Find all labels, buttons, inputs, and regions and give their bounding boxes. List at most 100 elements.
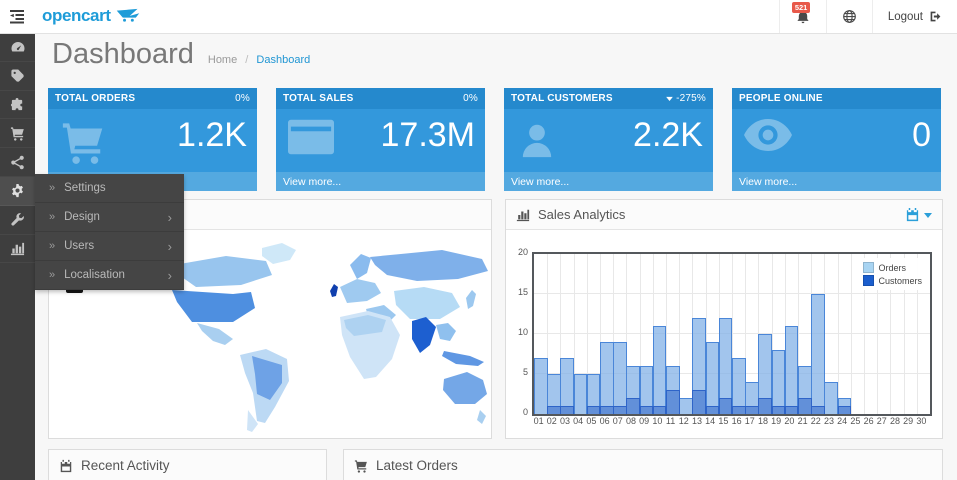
tile-title: TOTAL CUSTOMERS xyxy=(511,93,613,104)
date-range-dropdown[interactable] xyxy=(905,207,932,222)
sidebar-item-marketing[interactable] xyxy=(0,148,35,177)
tile-title: TOTAL ORDERS xyxy=(55,93,135,104)
tile-delta: 0% xyxy=(235,93,250,104)
store-front-button[interactable] xyxy=(826,0,872,33)
legend-label: Customers xyxy=(878,276,922,286)
sign-out-icon xyxy=(929,10,942,23)
tile-title: TOTAL SALES xyxy=(283,93,354,104)
bar-customers xyxy=(640,406,654,414)
bar-customers xyxy=(653,406,667,414)
breadcrumb-current-link[interactable]: Dashboard xyxy=(256,54,310,66)
tile-header: TOTAL SALES 0% xyxy=(276,88,485,109)
x-tick-label: 10 xyxy=(652,416,662,426)
logout-button[interactable]: Logout xyxy=(872,0,957,33)
tile-delta: 0% xyxy=(463,93,478,104)
y-tick-label: 20 xyxy=(508,247,528,257)
legend-label: Orders xyxy=(878,263,906,273)
x-tick-label: 13 xyxy=(692,416,702,426)
logout-label: Logout xyxy=(888,11,923,23)
legend-entry: Customers xyxy=(863,275,922,286)
x-tick-label: 21 xyxy=(798,416,808,426)
system-menu-item-settings[interactable]: »Settings xyxy=(35,174,184,203)
x-tick-label: 23 xyxy=(824,416,834,426)
x-tick-label: 05 xyxy=(586,416,596,426)
breadcrumb-separator: / xyxy=(245,54,248,66)
sidebar-nav xyxy=(0,33,35,480)
tile-delta: -275% xyxy=(666,93,706,104)
sidebar-item-dashboard[interactable] xyxy=(0,33,35,62)
bar-customers xyxy=(587,406,601,414)
x-tick-label: 15 xyxy=(718,416,728,426)
recent-activity-heading: Recent Activity xyxy=(49,450,326,480)
sidebar-item-catalog[interactable] xyxy=(0,62,35,91)
tile-header: TOTAL ORDERS 0% xyxy=(48,88,257,109)
system-flyout-menu: »Settings»Design›»Users›»Localisation› xyxy=(35,174,184,290)
bar-customers xyxy=(811,406,825,414)
tile-value: 1.2K xyxy=(177,116,247,155)
system-menu-item-users[interactable]: »Users› xyxy=(35,232,184,261)
tile-body: 1.2K xyxy=(48,109,257,172)
x-tick-label: 01 xyxy=(534,416,544,426)
system-menu-item-label: Users xyxy=(64,240,168,252)
bar-orders xyxy=(679,398,693,414)
x-tick-label: 18 xyxy=(758,416,768,426)
bar-chart-icon xyxy=(10,241,25,256)
bar-customers xyxy=(838,406,852,414)
latest-orders-panel: Latest Orders xyxy=(343,449,943,480)
x-tick-label: 26 xyxy=(864,416,874,426)
stat-tile-total-customers: TOTAL CUSTOMERS -275% 2.2KView more... xyxy=(504,88,713,191)
system-menu-item-localisation[interactable]: »Localisation› xyxy=(35,261,184,290)
bar-orders xyxy=(772,350,786,414)
sidebar-item-sales[interactable] xyxy=(0,119,35,148)
breadcrumb-home-link[interactable]: Home xyxy=(208,54,237,66)
page-heading: Dashboard Home / Dashboard xyxy=(52,38,310,71)
tile-body: 0 xyxy=(732,109,941,172)
bar-chart-icon xyxy=(516,208,530,222)
opencart-logo[interactable]: opencart xyxy=(42,5,141,27)
chevron-right-icon: › xyxy=(168,239,172,254)
tile-view-more-link[interactable]: View more... xyxy=(504,172,713,191)
x-tick-label: 16 xyxy=(732,416,742,426)
recent-activity-title: Recent Activity xyxy=(81,458,170,473)
x-tick-label: 12 xyxy=(679,416,689,426)
bar-customers xyxy=(732,406,746,414)
bar-customers xyxy=(758,398,772,414)
x-tick-label: 28 xyxy=(890,416,900,426)
globe-icon xyxy=(842,9,857,24)
notifications-button[interactable]: 521 xyxy=(779,0,826,33)
legend-swatch xyxy=(863,262,874,273)
x-tick-label: 24 xyxy=(837,416,847,426)
tag-icon xyxy=(10,68,25,83)
cart-icon xyxy=(354,459,368,473)
bar-customers xyxy=(719,398,733,414)
system-menu-item-design[interactable]: »Design› xyxy=(35,203,184,232)
x-tick-label: 14 xyxy=(705,416,715,426)
tile-view-more-link[interactable]: View more... xyxy=(276,172,485,191)
sidebar-item-tools[interactable] xyxy=(0,206,35,235)
tile-delta-value: 0% xyxy=(463,93,478,104)
bar-customers xyxy=(692,390,706,414)
sidebar-item-system[interactable] xyxy=(0,177,35,206)
tile-body: 2.2K xyxy=(504,109,713,172)
y-tick-label: 0 xyxy=(508,407,528,417)
chart-y-axis: 05101520 xyxy=(510,250,530,410)
bar-customers xyxy=(745,406,759,414)
bar-customers xyxy=(626,398,640,414)
system-menu-item-label: Settings xyxy=(64,182,172,194)
menu-toggle-icon[interactable] xyxy=(8,8,30,26)
chevron-right-icon: › xyxy=(168,210,172,225)
gridline xyxy=(851,254,852,414)
x-tick-label: 17 xyxy=(745,416,755,426)
bar-orders xyxy=(653,326,667,414)
bar-orders xyxy=(785,326,799,414)
wrench-icon xyxy=(10,212,25,227)
double-angle-icon: » xyxy=(49,211,55,223)
tile-view-more-link[interactable]: View more... xyxy=(732,172,941,191)
top-header: opencart 521 Logout xyxy=(0,0,957,34)
sidebar-item-extensions[interactable] xyxy=(0,91,35,120)
bar-customers xyxy=(547,406,561,414)
x-tick-label: 19 xyxy=(771,416,781,426)
analytics-title: Sales Analytics xyxy=(538,207,625,222)
sidebar-item-reports[interactable] xyxy=(0,235,35,264)
bar-customers xyxy=(600,406,614,414)
